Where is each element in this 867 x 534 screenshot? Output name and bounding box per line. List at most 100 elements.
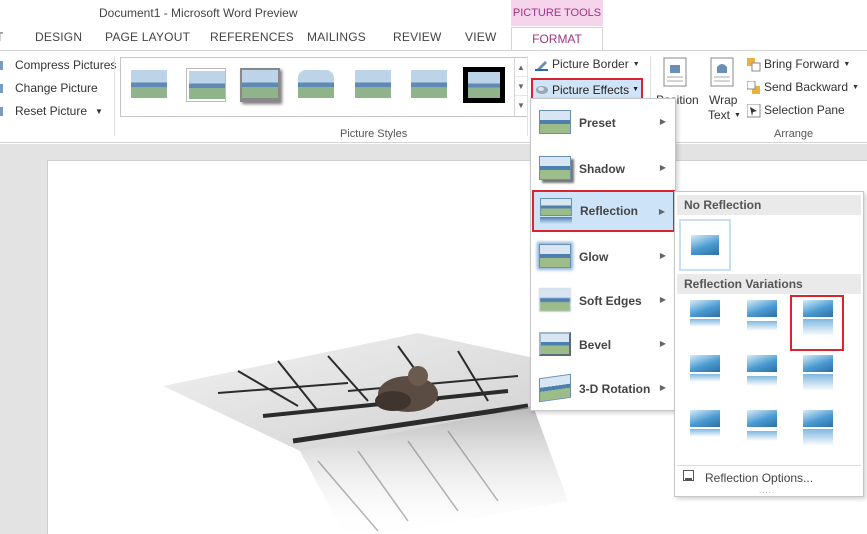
- tab-design[interactable]: DESIGN: [35, 30, 82, 44]
- picture-border-button[interactable]: Picture Border ▼: [535, 57, 640, 71]
- reflection-options-button[interactable]: Reflection Options...: [683, 470, 813, 485]
- menu-item-glow[interactable]: Glow ▶: [533, 236, 674, 278]
- tab-view[interactable]: VIEW: [465, 30, 496, 44]
- shadow-icon: [539, 156, 571, 182]
- glow-icon: [539, 244, 571, 270]
- reset-icon: [0, 105, 11, 118]
- chevron-right-icon: ▶: [659, 163, 666, 172]
- style-thumb[interactable]: [186, 68, 226, 102]
- pen-icon: [535, 58, 548, 71]
- menu-item-preset[interactable]: Preset ▶: [533, 102, 674, 144]
- menu-item-label: Glow: [579, 250, 609, 264]
- tab-page-layout[interactable]: PAGE LAYOUT: [105, 30, 190, 44]
- send-backward-icon: [746, 80, 760, 94]
- menu-item-3d-rotation[interactable]: 3-D Rotation ▶: [533, 368, 674, 410]
- reflection-icon: [540, 198, 572, 224]
- selection-pane-button[interactable]: Selection Pane: [746, 103, 845, 117]
- chevron-down-icon: ▼: [632, 60, 640, 68]
- menu-item-soft-edges[interactable]: Soft Edges ▶: [533, 280, 674, 322]
- wrap-text-button-line1[interactable]: Wrap: [709, 93, 737, 107]
- style-thumb[interactable]: [129, 68, 169, 102]
- group-divider: [527, 56, 528, 136]
- reflection-variation[interactable]: [747, 355, 777, 395]
- no-reflection-header: No Reflection: [677, 195, 861, 215]
- picture-effects-label: Picture Effects: [552, 82, 630, 97]
- selection-pane-label: Selection Pane: [764, 103, 845, 117]
- group-divider: [114, 56, 115, 136]
- compress-pictures-label: Compress Pictures: [15, 58, 117, 72]
- change-picture-label: Change Picture: [15, 81, 98, 95]
- chevron-down-icon: ▼: [852, 83, 859, 91]
- style-thumb[interactable]: [463, 67, 505, 103]
- reflection-submenu: No Reflection Reflection Variations Refl…: [674, 191, 864, 497]
- picture-styles-gallery: ▲ ▼ ▼: [120, 57, 528, 117]
- chevron-right-icon: ▶: [659, 117, 666, 126]
- reflection-variation[interactable]: [690, 300, 720, 340]
- menu-item-label: Shadow: [579, 162, 626, 176]
- reflection-variation[interactable]: [690, 410, 720, 450]
- chevron-right-icon: ▶: [659, 251, 666, 260]
- style-thumb[interactable]: [240, 68, 280, 102]
- reflection-variation[interactable]: [747, 300, 777, 340]
- reflection-variation[interactable]: [803, 410, 833, 450]
- bring-forward-icon: [747, 57, 761, 71]
- menu-item-label: Preset: [579, 116, 616, 130]
- reflection-variation[interactable]: [803, 355, 833, 395]
- ribbon: Compress Pictures Change Picture Reset P…: [0, 50, 867, 143]
- scroll-up-icon[interactable]: ▲: [515, 58, 527, 77]
- soft-edges-icon: [539, 288, 571, 314]
- resize-grip[interactable]: .....: [759, 486, 775, 495]
- wrap-text-label: Text: [708, 108, 731, 122]
- tab-mailings[interactable]: MAILINGS: [307, 30, 366, 44]
- wrap-text-button-line2[interactable]: Text ▼: [708, 108, 741, 122]
- picture-border-label: Picture Border: [552, 57, 629, 71]
- menu-item-shadow[interactable]: Shadow ▶: [533, 148, 674, 190]
- send-backward-button[interactable]: Send Backward ▼: [746, 80, 859, 94]
- tab-format[interactable]: FORMAT: [511, 27, 603, 52]
- submenu-divider: [677, 465, 861, 466]
- reset-picture-button[interactable]: Reset Picture ▼: [0, 104, 103, 118]
- chevron-right-icon: ▶: [658, 207, 665, 216]
- no-reflection-option[interactable]: [679, 219, 731, 271]
- menu-item-bevel[interactable]: Bevel ▶: [533, 324, 674, 366]
- menu-item-label: Reflection: [580, 204, 639, 218]
- chevron-down-icon: ▼: [843, 60, 851, 68]
- style-thumb[interactable]: [409, 68, 449, 102]
- picture-tools-header: PICTURE TOOLS: [511, 0, 603, 26]
- window-title: Document1 - Microsoft Word Preview: [99, 6, 298, 20]
- bring-forward-button[interactable]: Bring Forward ▼: [747, 57, 850, 71]
- chevron-down-icon: ▼: [632, 86, 640, 93]
- gallery-more-icon[interactable]: ▼: [515, 96, 527, 115]
- picture-effects-menu: Preset ▶ Shadow ▶ Reflection ▶ Glow ▶ So…: [530, 98, 676, 411]
- position-icon[interactable]: [663, 57, 693, 87]
- wrap-label: Wrap: [709, 93, 738, 107]
- scroll-down-icon[interactable]: ▼: [515, 77, 527, 96]
- tab-references[interactable]: REFERENCES: [210, 30, 294, 44]
- menu-item-label: Soft Edges: [579, 294, 642, 308]
- chevron-right-icon: ▶: [659, 383, 666, 392]
- selection-pane-icon: [746, 103, 761, 117]
- options-icon: [683, 470, 695, 485]
- picture-styles-label: Picture Styles: [340, 128, 408, 140]
- chevron-right-icon: ▶: [659, 295, 666, 304]
- style-thumb[interactable]: [296, 68, 336, 102]
- arrange-group-label: Arrange: [774, 128, 814, 140]
- chevron-down-icon: ▼: [734, 111, 741, 119]
- menu-item-reflection[interactable]: Reflection ▶: [532, 190, 675, 232]
- compress-icon: [0, 59, 11, 72]
- gallery-scroll[interactable]: ▲ ▼ ▼: [514, 58, 527, 116]
- compress-pictures-button[interactable]: Compress Pictures: [0, 58, 116, 72]
- change-picture-icon: [0, 82, 11, 95]
- chevron-down-icon: ▼: [95, 106, 103, 116]
- tab-insert[interactable]: T: [0, 30, 4, 44]
- tab-review[interactable]: REVIEW: [393, 30, 442, 44]
- selected-variation-highlight: [790, 295, 844, 351]
- wrap-text-icon[interactable]: [710, 57, 736, 87]
- style-thumb[interactable]: [353, 68, 393, 102]
- reflection-variation[interactable]: [690, 355, 720, 395]
- send-backward-label: Send Backward: [764, 80, 849, 94]
- ribbon-tabs: T DESIGN PAGE LAYOUT REFERENCES MAILINGS…: [0, 27, 867, 52]
- change-picture-button[interactable]: Change Picture: [0, 81, 98, 95]
- bring-forward-label: Bring Forward: [764, 57, 840, 71]
- reflection-variation[interactable]: [747, 410, 777, 450]
